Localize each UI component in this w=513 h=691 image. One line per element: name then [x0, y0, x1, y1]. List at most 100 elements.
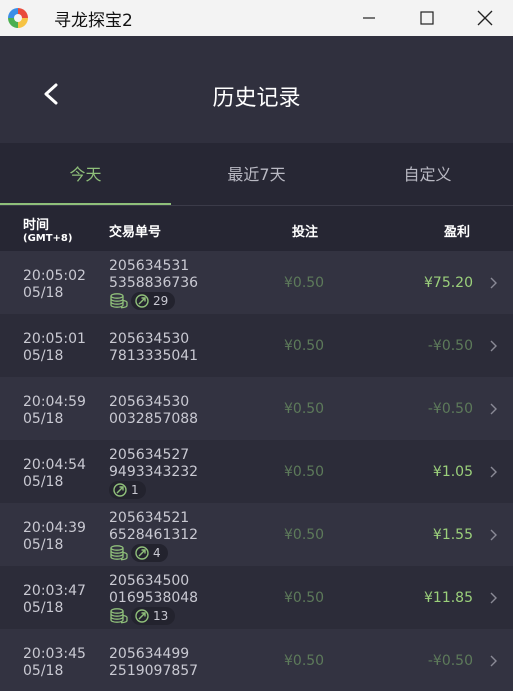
- row-time: 20:04:54 05/18: [23, 457, 86, 491]
- column-header-time: 时间: [23, 218, 50, 233]
- coins-icon: [110, 608, 128, 624]
- table-row[interactable]: 20:05:01 05/18 205634530 7813335041 ¥0.50 -¥0…: [0, 314, 513, 377]
- row-profit: ¥1.05: [432, 464, 473, 480]
- free-spin-icon: [135, 546, 149, 560]
- row-order-part-1: 205634500: [109, 573, 190, 589]
- chevron-right-icon: [490, 655, 497, 667]
- window-title: 寻龙探宝2: [54, 11, 133, 31]
- table-header: 时间 (GMT+8) 交易单号 投注 盈利: [0, 206, 513, 251]
- chevron-right-icon: [490, 592, 497, 604]
- row-time-value: 20:04:59: [23, 394, 86, 410]
- row-time-value: 20:03:47: [23, 583, 86, 599]
- row-date-value: 05/18: [23, 663, 64, 679]
- free-spin-icon: [135, 294, 149, 308]
- column-header-bet: 投注: [292, 225, 319, 240]
- row-time: 20:05:01 05/18: [23, 331, 86, 365]
- row-time: 20:05:02 05/18: [23, 268, 86, 302]
- row-order-number: 205634531 5358836736: [109, 258, 198, 292]
- row-order-number: 205634500 0169538048: [109, 573, 198, 607]
- row-bet: ¥0.50: [284, 275, 325, 291]
- minimize-button[interactable]: [346, 0, 392, 36]
- row-order-part-2: 2519097857: [109, 663, 199, 679]
- row-date-value: 05/18: [23, 474, 64, 490]
- row-time-value: 20:04:54: [23, 457, 86, 473]
- row-time: 20:04:59 05/18: [23, 394, 86, 428]
- row-order-number: 205634521 6528461312: [109, 510, 198, 544]
- maximize-icon: [420, 11, 434, 25]
- row-profit: -¥0.50: [427, 338, 473, 354]
- row-bonus-indicators: 4: [109, 544, 168, 562]
- table-row[interactable]: 20:03:47 05/18 205634500 0169538048 13 ¥0.50 ¥…: [0, 566, 513, 629]
- tab-last-7-days[interactable]: 最近7天: [171, 143, 342, 206]
- row-order-number: 205634530 7813335041: [109, 331, 198, 365]
- row-bet: ¥0.50: [284, 401, 325, 417]
- page-header: 历史记录: [0, 36, 513, 143]
- row-date-value: 05/18: [23, 348, 64, 364]
- free-spin-icon: [135, 609, 149, 623]
- chevron-right-icon: [490, 340, 497, 352]
- free-spins-count: 1: [131, 483, 139, 497]
- row-order-part-2: 0169538048: [109, 590, 199, 606]
- table-row[interactable]: 20:04:39 05/18 205634521 6528461312 4 ¥0.50 ¥1…: [0, 503, 513, 566]
- row-order-part-2: 5358836736: [109, 275, 199, 291]
- row-profit: ¥1.55: [432, 527, 473, 543]
- row-order-number: 205634527 9493343232: [109, 447, 198, 481]
- row-bet: ¥0.50: [284, 338, 325, 354]
- row-profit: -¥0.50: [427, 653, 473, 669]
- row-date-value: 05/18: [23, 600, 64, 616]
- minimize-icon: [363, 17, 375, 19]
- row-order-part-2: 7813335041: [109, 348, 199, 364]
- row-order-part-1: 205634499: [109, 646, 190, 662]
- close-icon: [477, 10, 493, 26]
- free-spins-badge: 4: [131, 544, 168, 562]
- row-order-part-2: 0032857088: [109, 411, 199, 427]
- row-bet: ¥0.50: [284, 464, 325, 480]
- free-spins-badge: 13: [131, 607, 176, 625]
- column-header-order: 交易单号: [109, 225, 162, 240]
- row-bet: ¥0.50: [284, 590, 325, 606]
- row-time: 20:04:39 05/18: [23, 520, 86, 554]
- chevron-right-icon: [490, 529, 497, 541]
- chevron-right-icon: [490, 403, 497, 415]
- row-date-value: 05/18: [23, 537, 64, 553]
- row-order-number: 205634530 0032857088: [109, 394, 198, 428]
- row-bet: ¥0.50: [284, 527, 325, 543]
- free-spins-badge: 29: [131, 292, 176, 310]
- maximize-button[interactable]: [404, 0, 450, 36]
- chevron-right-icon: [490, 277, 497, 289]
- close-button[interactable]: [462, 0, 508, 36]
- tab-custom[interactable]: 自定义: [342, 143, 513, 206]
- row-order-part-2: 6528461312: [109, 527, 199, 543]
- row-bonus-indicators: 13: [109, 607, 176, 625]
- row-order-part-1: 205634521: [109, 510, 190, 526]
- table-row[interactable]: 20:04:59 05/18 205634530 0032857088 ¥0.50 -¥0…: [0, 377, 513, 440]
- row-time-value: 20:03:45: [23, 646, 86, 662]
- coins-icon: [110, 293, 128, 309]
- row-bonus-indicators: 29: [109, 292, 176, 310]
- table-row[interactable]: 20:03:45 05/18 205634499 2519097857 ¥0.50 -¥0…: [0, 629, 513, 691]
- row-time-value: 20:04:39: [23, 520, 86, 536]
- chevron-right-icon: [490, 466, 497, 478]
- row-order-part-2: 9493343232: [109, 464, 199, 480]
- row-bonus-indicators: 1: [109, 481, 146, 499]
- tab-today[interactable]: 今天: [0, 143, 171, 206]
- row-order-part-1: 205634527: [109, 447, 190, 463]
- row-bet: ¥0.50: [284, 653, 325, 669]
- row-date-value: 05/18: [23, 411, 64, 427]
- table-row[interactable]: 20:05:02 05/18 205634531 5358836736 29 ¥0.50 ¥…: [0, 251, 513, 314]
- table-row[interactable]: 20:04:54 05/18 205634527 9493343232 1 ¥0.50 ¥1…: [0, 440, 513, 503]
- row-time: 20:03:45 05/18: [23, 646, 86, 680]
- row-time: 20:03:47 05/18: [23, 583, 86, 617]
- free-spin-icon: [113, 483, 127, 497]
- page-title: 历史记录: [212, 86, 301, 111]
- row-time-value: 20:05:02: [23, 268, 86, 284]
- column-header-profit: 盈利: [444, 225, 471, 240]
- free-spins-count: 29: [153, 294, 169, 308]
- row-time-value: 20:05:01: [23, 331, 86, 347]
- tab-bar: 今天 最近7天 自定义: [0, 143, 513, 206]
- row-profit: ¥11.85: [424, 590, 473, 606]
- row-order-part-1: 205634530: [109, 394, 190, 410]
- free-spins-badge: 1: [109, 481, 146, 499]
- row-order-part-1: 205634531: [109, 258, 190, 274]
- column-header-timezone: (GMT+8): [23, 233, 73, 244]
